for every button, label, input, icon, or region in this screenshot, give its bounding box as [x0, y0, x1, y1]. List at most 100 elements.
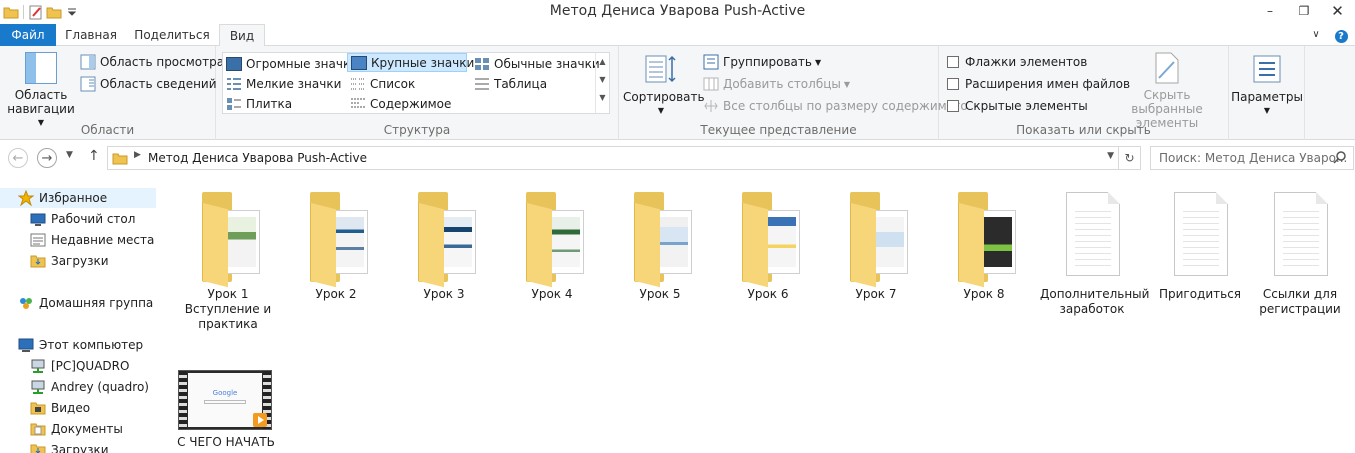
up-arrow-icon[interactable]: ↑: [88, 148, 100, 164]
options-button[interactable]: Параметры ▼: [1231, 54, 1303, 118]
recent-locations-icon[interactable]: ▼: [66, 150, 73, 160]
desktop-icon: [30, 211, 46, 227]
layout-gallery: Огромные значки Крупные значки Обычные з…: [222, 52, 610, 114]
tiles-icon: [226, 97, 242, 111]
minimize-button[interactable]: –: [1256, 0, 1284, 22]
item-label: Урок 1 Вступление и практика: [184, 287, 272, 331]
item-label: Урок 2: [315, 287, 357, 301]
extra-large-icons-icon: [226, 56, 242, 71]
tab-file[interactable]: Файл: [0, 24, 56, 46]
nav-favorites[interactable]: Избранное: [0, 188, 156, 208]
tab-view[interactable]: Вид: [219, 24, 265, 47]
gallery-more-icon[interactable]: ▼: [596, 89, 609, 107]
sort-icon: [644, 54, 678, 84]
group-by-button[interactable]: Группировать ▼: [703, 52, 821, 72]
window-title: Метод Дениса Уварова Push-Active: [549, 3, 806, 19]
item-checkboxes-toggle[interactable]: Флажки элементов: [947, 52, 1087, 72]
search-box[interactable]: Поиск: Метод Дениса Уваро...: [1150, 146, 1354, 170]
forward-button[interactable]: →: [37, 148, 57, 168]
layout-content[interactable]: Содержимое: [347, 94, 467, 113]
nav-network-drive-1[interactable]: [PC]QUADRO: [0, 356, 156, 376]
chevron-down-icon: ▼: [1263, 106, 1271, 115]
fit-columns-button[interactable]: Все столбцы по размеру содержимого: [703, 96, 968, 116]
layout-tiles[interactable]: Плитка: [223, 94, 345, 113]
arrow-left-icon: ←: [12, 150, 24, 166]
nav-label: Этот компьютер: [39, 338, 144, 352]
file-item[interactable]: Пригодиться: [1148, 180, 1252, 310]
hidden-items-toggle[interactable]: Скрытые элементы: [947, 96, 1088, 116]
checkbox[interactable]: [947, 56, 959, 68]
maximize-button[interactable]: ❐: [1290, 0, 1318, 22]
address-dropdown-icon[interactable]: ▼: [1107, 151, 1114, 161]
small-icons-icon: [226, 77, 242, 91]
video-item[interactable]: Google С ЧЕГО НАЧАТЬ: [174, 362, 278, 452]
preview-pane-button[interactable]: Область просмотра: [80, 52, 224, 72]
folder-item[interactable]: Урок 1 Вступление и практика: [176, 180, 280, 331]
ribbon: Область навигации ▼ Область просмотра Об…: [0, 46, 1355, 140]
nav-this-pc[interactable]: Этот компьютер: [0, 335, 156, 355]
file-item[interactable]: Дополнительный заработок: [1040, 180, 1149, 316]
tab-share[interactable]: Поделиться: [126, 24, 218, 46]
layout-label: Список: [370, 76, 416, 91]
star-icon: [17, 189, 35, 207]
breadcrumb-chevron-icon[interactable]: ▶: [134, 150, 141, 160]
videos-folder-icon: [30, 400, 46, 416]
layout-extra-large[interactable]: Огромные значки: [223, 54, 358, 73]
search-input[interactable]: Поиск: Метод Дениса Уваро...: [1159, 151, 1347, 165]
layout-medium[interactable]: Обычные значки: [471, 54, 600, 73]
add-columns-button[interactable]: Добавить столбцы ▼: [703, 74, 850, 94]
folder-item[interactable]: Урок 3: [392, 180, 496, 310]
close-button[interactable]: ✕: [1320, 0, 1355, 22]
layout-details[interactable]: Таблица: [471, 74, 595, 93]
layout-large[interactable]: Крупные значки: [347, 53, 474, 72]
nav-desktop[interactable]: Рабочий стол: [0, 209, 156, 229]
sort-button[interactable]: Сортировать ▼: [623, 54, 705, 118]
checkbox[interactable]: [947, 100, 959, 112]
nav-videos[interactable]: Видео: [0, 398, 156, 418]
gallery-scroll-up-icon[interactable]: ▲: [596, 53, 609, 71]
expand-ribbon-icon[interactable]: ∨: [1305, 24, 1327, 46]
folder-item[interactable]: Урок 5: [608, 180, 712, 310]
breadcrumb-path[interactable]: Метод Дениса Уварова Push-Active: [148, 151, 367, 165]
network-drive-icon: [30, 379, 46, 395]
computer-icon: [18, 337, 34, 353]
group-current-view: Сортировать ▼ Группировать ▼ Добавить ст…: [619, 46, 968, 140]
refresh-icon[interactable]: ↻: [1118, 147, 1140, 169]
nav-homegroup[interactable]: Домашняя группа: [0, 293, 156, 313]
layout-label: Содержимое: [370, 96, 452, 111]
checkbox[interactable]: [947, 78, 959, 90]
nav-downloads-pc[interactable]: Загрузки: [0, 440, 156, 453]
hide-selected-icon: [1154, 52, 1180, 84]
folder-item[interactable]: Урок 4: [500, 180, 604, 310]
nav-recent-places[interactable]: Недавние места: [0, 230, 156, 250]
folder-item[interactable]: Урок 8: [932, 180, 1036, 310]
layout-small[interactable]: Мелкие значки: [223, 74, 345, 93]
folder-item[interactable]: Урок 2: [284, 180, 388, 310]
nav-label: Документы: [51, 422, 123, 436]
hide-selected-button[interactable]: Скрыть выбранные элементы: [1111, 52, 1223, 130]
tab-home[interactable]: Главная: [56, 24, 126, 46]
group-options: Параметры ▼: [1229, 46, 1305, 140]
nav-pane-button[interactable]: Область навигации ▼: [6, 52, 76, 130]
file-item[interactable]: Ссылки для регистрации: [1248, 180, 1352, 316]
nav-downloads[interactable]: Загрузки: [0, 251, 156, 271]
layout-label: Мелкие значки: [246, 76, 342, 91]
group-show-hide: Флажки элементов Расширения имен файлов …: [939, 46, 1229, 140]
folder-item[interactable]: Урок 6: [716, 180, 820, 310]
help-button[interactable]: ?: [1331, 24, 1351, 46]
item-label: Урок 5: [639, 287, 681, 301]
gallery-scroll-down-icon[interactable]: ▼: [596, 71, 609, 89]
file-extensions-toggle[interactable]: Расширения имен файлов: [947, 74, 1130, 94]
address-bar[interactable]: ▶ Метод Дениса Уварова Push-Active ▼ ↻: [107, 146, 1141, 170]
nav-label: Рабочий стол: [51, 212, 136, 226]
back-button[interactable]: ←: [8, 148, 28, 168]
nav-network-drive-2[interactable]: Andrey (quadro): [0, 377, 156, 397]
nav-pane-label: Область навигации: [7, 88, 75, 116]
details-pane-button[interactable]: Область сведений: [80, 74, 217, 94]
nav-pane-icon: [25, 52, 57, 84]
folder-item[interactable]: Урок 7: [824, 180, 928, 310]
folder-icon: [292, 188, 380, 288]
layout-list[interactable]: Список: [347, 74, 467, 93]
nav-documents[interactable]: Документы: [0, 419, 156, 439]
gallery-scrollbar[interactable]: ▲ ▼ ▼: [595, 53, 609, 113]
